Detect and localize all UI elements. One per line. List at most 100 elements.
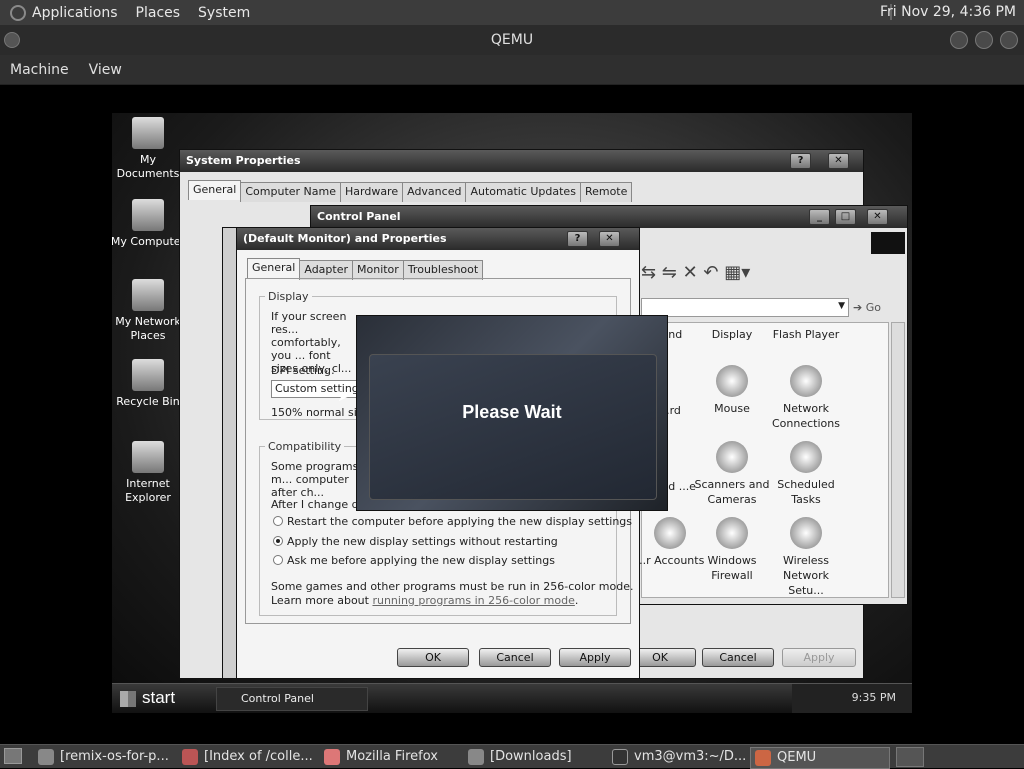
please-wait-dialog: Please Wait	[356, 315, 668, 511]
network-icon	[132, 279, 164, 311]
qemu-icon	[755, 750, 771, 766]
places-menu[interactable]: Places	[136, 5, 181, 21]
cp-item-windows-firewall[interactable]: Windows Firewall	[694, 517, 770, 583]
dpi-label: DPI setting:	[271, 364, 335, 377]
cp-item-display[interactable]: Display	[694, 327, 770, 342]
tab-monitor[interactable]: Monitor	[352, 260, 404, 280]
gnome-foot-icon[interactable]	[10, 4, 26, 21]
scheduled-tasks-icon	[790, 441, 822, 473]
maximize-button[interactable]: □	[835, 209, 856, 225]
tab-adapter[interactable]: Adapter	[299, 260, 353, 280]
cp-item-mouse[interactable]: Mouse	[694, 365, 770, 416]
user-accounts-icon	[654, 517, 686, 549]
minimize-icon[interactable]	[950, 31, 968, 49]
help-button[interactable]: ?	[567, 231, 588, 247]
minimize-button[interactable]: _	[809, 209, 830, 225]
show-desktop-icon[interactable]	[4, 748, 22, 764]
cp-item-flash-player[interactable]: Flash Player	[768, 327, 844, 342]
ok-button[interactable]: OK	[397, 648, 469, 667]
tab-hardware[interactable]: Hardware	[340, 182, 404, 202]
tab-computer-name[interactable]: Computer Name	[240, 182, 341, 202]
cp-item-wireless-network[interactable]: Wireless Network Setu...	[768, 517, 844, 598]
system-properties-titlebar[interactable]: System Properties	[180, 150, 863, 172]
address-input[interactable]: ▼	[641, 298, 849, 317]
host-bottom-taskbar: [remix-os-for-p... [Index of /colle... M…	[0, 744, 1024, 769]
cp-apply-button[interactable]: Apply	[782, 648, 856, 667]
terminal-icon	[612, 749, 628, 765]
close-button[interactable]: ✕	[828, 153, 849, 169]
host-task-mozilla-firefox[interactable]: Mozilla Firefox	[320, 747, 460, 769]
close-icon[interactable]	[1000, 31, 1018, 49]
radio-ask-label[interactable]: Ask me before applying the new display s…	[287, 554, 555, 567]
radio-restart[interactable]	[273, 516, 283, 526]
guest-screen[interactable]: My Documents My Computer My Network Plac…	[112, 113, 912, 713]
machine-menu[interactable]: Machine	[10, 62, 69, 78]
tab-troubleshoot[interactable]: Troubleshoot	[402, 260, 484, 280]
folder-icon	[132, 117, 164, 149]
host-top-panel: Applications Places System Fri Nov 29, 4…	[0, 0, 1024, 25]
host-task-terminal[interactable]: vm3@vm3:~/D...	[608, 747, 748, 769]
toolbar-icons[interactable]: ⇆ ⇋ ✕ ↶ ▦▾	[641, 262, 750, 283]
firefox-icon	[324, 749, 340, 765]
system-properties-tabs: General Computer Name Hardware Advanced …	[188, 180, 633, 202]
window-menu-icon[interactable]	[4, 32, 20, 48]
cp-item-scanners-cameras[interactable]: Scanners and Cameras	[694, 441, 770, 507]
cp-item-scheduled-tasks[interactable]: Scheduled Tasks	[768, 441, 844, 507]
go-button[interactable]: ➔ Go	[853, 298, 903, 317]
go-arrow-icon: ➔	[853, 301, 863, 314]
display-properties-tabs: General Adapter Monitor Troubleshoot	[247, 258, 484, 280]
applications-menu[interactable]: Applications	[32, 5, 118, 21]
qemu-titlebar[interactable]: QEMU	[0, 25, 1024, 55]
cancel-button[interactable]: Cancel	[479, 648, 551, 667]
host-task-downloads[interactable]: [Downloads]	[464, 747, 604, 769]
desktop-icon-my-network[interactable]: My Network Places	[112, 279, 188, 343]
firewall-icon	[716, 517, 748, 549]
qemu-menubar: Machine View	[0, 55, 1024, 85]
maximize-icon[interactable]	[975, 31, 993, 49]
desktop-icon-recycle-bin[interactable]: Recycle Bin	[112, 359, 188, 409]
scanner-camera-icon	[716, 441, 748, 473]
close-button[interactable]: ✕	[599, 231, 620, 247]
tab-advanced[interactable]: Advanced	[402, 182, 467, 202]
host-task-index-of[interactable]: [Index of /colle...	[178, 747, 318, 769]
folder-icon	[468, 749, 484, 765]
learn-more-link[interactable]: running programs in 256-color mode	[372, 594, 574, 607]
radio-ask-me[interactable]	[273, 555, 283, 565]
system-tray: 9:35 PM	[792, 684, 912, 713]
tab-general[interactable]: General	[247, 258, 301, 278]
display-group-label: Display	[265, 290, 312, 303]
workspace-switcher[interactable]	[896, 747, 924, 767]
host-task-qemu[interactable]: QEMU	[750, 747, 890, 769]
apply-button[interactable]: Apply	[559, 648, 631, 667]
please-wait-panel	[369, 354, 657, 500]
close-button[interactable]: ✕	[867, 209, 888, 225]
help-button[interactable]: ?	[790, 153, 811, 169]
vertical-scrollbar[interactable]	[891, 322, 905, 598]
tab-remote[interactable]: Remote	[579, 182, 633, 202]
tab-general[interactable]: General	[188, 180, 242, 200]
cp-item-network-connections[interactable]: Network Connections	[768, 365, 844, 431]
radio-restart-label[interactable]: Restart the computer before applying the…	[287, 515, 632, 528]
taskbar-item-control-panel[interactable]: Control Panel	[216, 687, 368, 711]
desktop-icon-internet-explorer[interactable]: Internet Explorer	[112, 441, 188, 505]
host-task-remix-os[interactable]: [remix-os-for-p...	[34, 747, 174, 769]
desktop-icon-my-computer[interactable]: My Computer	[112, 199, 188, 249]
firefox-icon	[182, 749, 198, 765]
panel-clock[interactable]: Fri Nov 29, 4:36 PM	[880, 4, 1016, 20]
learn-more-text: Learn more about running programs in 256…	[271, 594, 579, 607]
tray-clock[interactable]: 9:35 PM	[852, 691, 896, 704]
start-button[interactable]: start	[112, 684, 200, 713]
radio-apply-without-restart[interactable]	[273, 536, 283, 546]
cp-cancel-button[interactable]: Cancel	[702, 648, 774, 667]
guest-taskbar: start Control Panel 9:35 PM	[112, 683, 912, 713]
system-menu[interactable]: System	[198, 5, 250, 21]
radio-apply-label[interactable]: Apply the new display settings without r…	[287, 535, 558, 548]
view-menu[interactable]: View	[89, 62, 122, 78]
network-connections-icon	[790, 365, 822, 397]
chevron-down-icon[interactable]: ▼	[838, 301, 845, 311]
desktop-icon-my-documents[interactable]: My Documents	[112, 117, 188, 181]
wireless-network-icon	[790, 517, 822, 549]
tab-automatic-updates[interactable]: Automatic Updates	[465, 182, 581, 202]
folder-icon	[38, 749, 54, 765]
color-mode-note: Some games and other programs must be ru…	[271, 580, 634, 593]
